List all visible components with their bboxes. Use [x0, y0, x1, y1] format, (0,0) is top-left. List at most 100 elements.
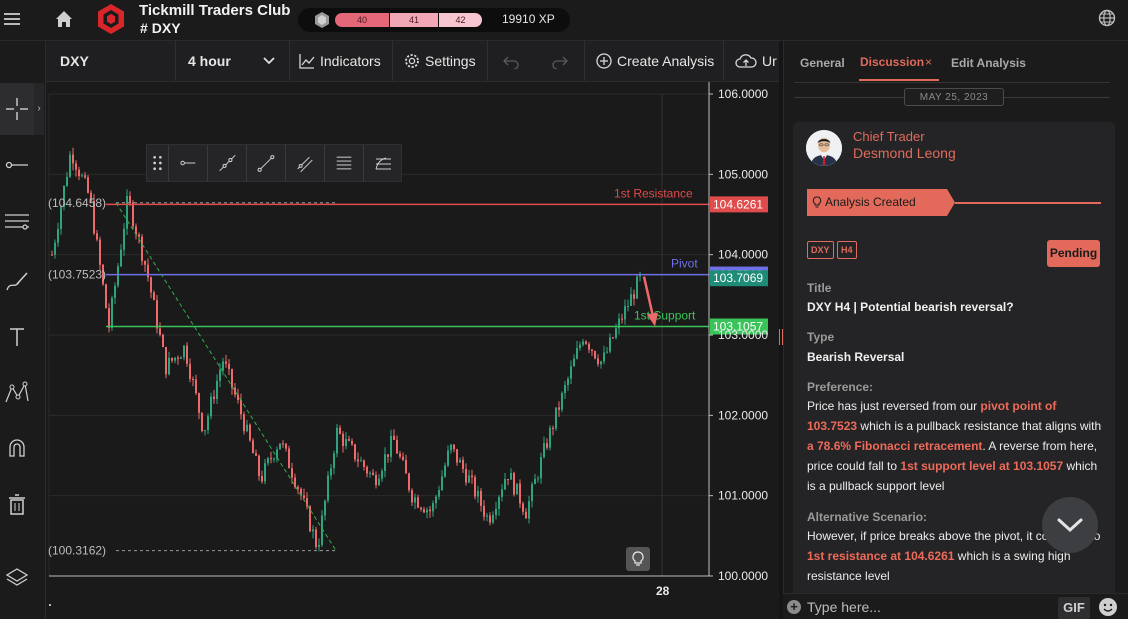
candle-body [435, 496, 437, 504]
undo-icon[interactable] [503, 53, 519, 69]
candle-body [177, 357, 179, 359]
candle-body [351, 440, 353, 445]
candle-body [249, 424, 251, 441]
tab-general[interactable]: General [800, 56, 845, 70]
horizontal-lines-icon[interactable] [325, 145, 364, 182]
candle-body [357, 459, 359, 462]
upload-button[interactable]: Ur [734, 41, 777, 81]
brush-icon[interactable] [3, 267, 31, 295]
candle-body [186, 345, 188, 364]
candle-body [594, 351, 596, 359]
candle-body [450, 444, 452, 451]
author-avatar[interactable] [806, 130, 842, 166]
magnet-icon[interactable] [3, 435, 31, 463]
candle-body [147, 264, 149, 278]
candle-body [609, 337, 611, 352]
candle-body [606, 351, 608, 353]
gif-button[interactable]: GIF [1058, 597, 1090, 619]
parallel-channel-icon[interactable] [286, 145, 325, 182]
indicators-label: Indicators [320, 53, 381, 69]
candle-body [219, 370, 221, 381]
candle-body [234, 387, 236, 395]
xp-total: 19910 XP [502, 12, 555, 26]
candle-body [273, 458, 275, 460]
timeframe-chip: H4 [837, 241, 857, 259]
event-timeline-line [955, 202, 1101, 204]
redo-icon[interactable] [552, 53, 568, 69]
candle-body [405, 459, 407, 474]
candle-body [465, 468, 467, 483]
close-tab-icon[interactable]: × [925, 55, 932, 69]
ray-line-icon[interactable] [169, 145, 208, 182]
tool-expand-caret[interactable]: › [34, 83, 44, 135]
price-axis-label: 101.0000 [718, 489, 768, 503]
extended-line-icon[interactable] [208, 145, 247, 182]
status-badge[interactable]: Pending [1047, 240, 1100, 267]
home-icon[interactable] [53, 8, 75, 30]
candle-body [432, 503, 434, 512]
indicators-button[interactable]: Indicators [298, 41, 381, 81]
trash-icon[interactable] [3, 491, 31, 519]
candle-body [222, 361, 224, 371]
interval-selector[interactable]: 4 hour [188, 41, 231, 81]
candle-body [288, 448, 290, 469]
layers-icon[interactable] [3, 563, 31, 591]
scroll-to-bottom-button[interactable] [1042, 497, 1098, 553]
message-input[interactable] [807, 597, 1047, 617]
alternative-scenario-label: Alternative Scenario: [807, 510, 928, 524]
fib-retracement-icon[interactable] [364, 145, 403, 182]
chart-toolbar: DXY 4 hour Indicators Settings Create An… [46, 41, 779, 82]
author-name[interactable]: Desmond Leong [853, 145, 956, 161]
price-axis-label: 100.0000 [718, 569, 768, 583]
candle-body [144, 261, 146, 265]
settings-button[interactable]: Settings [403, 41, 476, 81]
toolbar-divider [723, 41, 724, 81]
add-attachment-icon[interactable]: + [787, 600, 801, 614]
candle-body [492, 514, 494, 523]
candle-body [477, 490, 479, 497]
candle-body [474, 477, 476, 497]
candle-body [282, 443, 284, 445]
candle-body [201, 412, 203, 432]
tab-edit-analysis[interactable]: Edit Analysis [951, 56, 1026, 70]
chevron-down-icon[interactable] [263, 56, 275, 66]
chevron-down-icon [1057, 518, 1083, 533]
gear-icon [405, 54, 419, 68]
emoji-icon[interactable] [1098, 597, 1118, 617]
text-tool-icon[interactable] [3, 323, 31, 351]
horizontal-ray-icon[interactable] [3, 151, 31, 179]
create-analysis-button[interactable]: Create Analysis [595, 41, 714, 81]
candle-body [168, 357, 170, 375]
candle-body [369, 472, 371, 474]
candle-body [423, 509, 425, 513]
candle-body [243, 414, 245, 432]
candle-body [105, 284, 107, 309]
hamburger-menu-icon[interactable] [4, 10, 20, 30]
lightbulb-icon [812, 196, 822, 208]
candle-body [384, 454, 386, 471]
panel-divider [794, 82, 1110, 83]
candle-body [294, 477, 296, 487]
candle-body [336, 427, 338, 454]
tab-discussion[interactable]: Discussion [860, 55, 924, 69]
crosshair-icon[interactable] [3, 95, 31, 123]
candle-body [363, 460, 365, 467]
resistance-highlight: 1st resistance at 104.6261 [807, 549, 955, 563]
candle-body [240, 400, 242, 415]
pattern-tool-icon[interactable] [3, 379, 31, 407]
candle-body [579, 344, 581, 348]
globe-icon[interactable] [1098, 9, 1116, 27]
candle-body [156, 300, 158, 329]
candle-body [171, 357, 173, 361]
candle-body [159, 328, 161, 335]
candle-body [69, 154, 71, 177]
symbol-selector[interactable]: DXY [60, 41, 89, 81]
parallel-lines-icon[interactable] [3, 207, 31, 235]
room-tag[interactable]: # DXY [140, 20, 181, 36]
drag-grip-icon[interactable] [147, 145, 169, 182]
candle-body [567, 378, 569, 386]
trend-line-icon[interactable] [247, 145, 286, 182]
idea-bulb-button[interactable] [626, 547, 650, 571]
candle-body [189, 363, 191, 379]
candle-body [546, 443, 548, 448]
